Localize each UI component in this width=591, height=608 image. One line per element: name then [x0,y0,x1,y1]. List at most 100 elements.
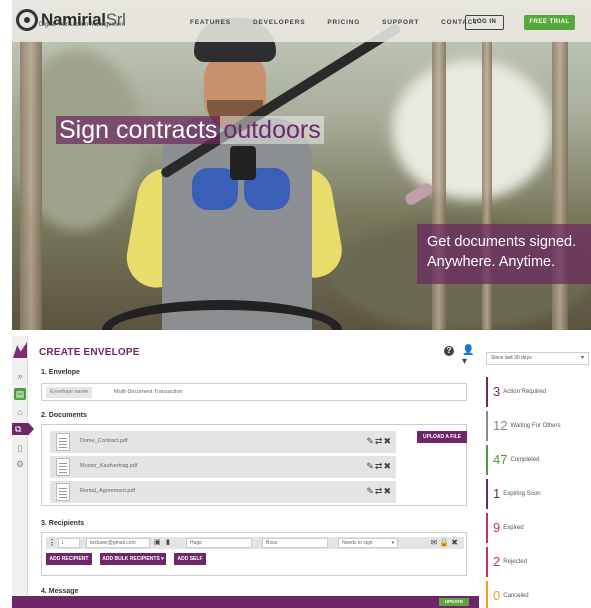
section-message-title: 4. Message [41,588,79,595]
document-row[interactable]: Dome_Contract.pdf ✎⇄✖ [50,431,396,453]
status-count: 0 [493,588,501,603]
recipient-last-name-input[interactable]: Boss [262,538,328,548]
status-label: Action Required [503,389,546,395]
status-label: Expired [503,525,524,531]
app-sidebar: » ▤ ⌂ ⧉ ▯ ⚙ [12,336,34,608]
login-button[interactable]: LOG IN [465,15,504,30]
status-label: Rejected [503,559,527,565]
hero-tagline: Get documents signed. Anywhere. Anytime. [417,224,591,284]
edit-icon[interactable]: ✎ [366,461,375,471]
recipient-first-name-input[interactable]: Hugo [186,538,252,548]
drag-handle-icon[interactable]: ⋮ [48,538,56,548]
brand-subtitle: Digital Transaction Management [39,22,126,28]
section-envelope-title: 1. Envelope [41,369,80,376]
headline-part-1: Sign contracts [56,116,221,144]
document-actions[interactable]: ✎⇄✖ [366,436,392,447]
document-actions[interactable]: ✎⇄✖ [366,461,392,472]
status-action-required[interactable]: 3 Action Required [486,377,591,407]
tree-trunk [20,40,42,330]
document-row[interactable]: Rental_Agreement.pdf ✎⇄✖ [50,481,396,503]
tagline-line-1: Get documents signed. [427,234,577,250]
delete-recipient-icon[interactable]: ✖ [451,538,460,547]
recipient-action-select[interactable]: Needs to sign [338,538,398,548]
envelope-section: Envelope name Multi-Document Transaction [41,383,467,401]
phone-icon[interactable]: ▮ [166,538,170,548]
add-self-button[interactable]: ADD SELF [174,553,206,565]
add-bulk-recipients-button[interactable]: ADD BULK RECIPIENTS ▾ [100,553,166,565]
status-canceled[interactable]: 0 Canceled [486,581,591,608]
status-expired[interactable]: 9 Expired [486,513,591,543]
edit-icon[interactable]: ✎ [366,486,375,496]
edit-icon[interactable]: ✎ [366,436,375,446]
recipient-email-input[interactable]: testuser@gmail.com [86,538,150,548]
tree-trunk [552,40,568,330]
lock-icon[interactable]: 🔒 [439,538,451,547]
document-name: Rental_Agreement.pdf [80,488,136,494]
status-label: Expiring Soon [503,491,541,497]
upload-file-button[interactable]: UPLOAD A FILE [417,431,467,443]
document-name: Dome_Contract.pdf [80,438,128,444]
tree-trunk [482,40,492,330]
nav-developers[interactable]: DEVELOPERS [253,19,305,26]
recipient-actions: ✉🔒✖ [431,537,460,549]
section-documents-title: 2. Documents [41,412,87,419]
document-thumbnail [56,433,70,451]
recipient-row: ⋮ 1 testuser@gmail.com ▣ ▮ Hugo Boss Nee… [46,537,464,549]
nav-pricing[interactable]: PRICING [327,19,360,26]
status-count: 2 [493,554,501,569]
create-envelope-form: CREATE ENVELOPE ? 👤▾ 1. Envelope Envelop… [38,336,478,608]
document-actions[interactable]: ✎⇄✖ [366,486,392,497]
headline-part-2: outdoors [220,116,324,144]
status-expiring-soon[interactable]: 1 Expiring Soon [486,479,591,509]
help-icon[interactable]: ? [444,346,454,356]
user-menu-icon[interactable]: 👤▾ [462,345,478,367]
phone [230,146,256,180]
delete-icon[interactable]: ✖ [383,461,392,471]
nav-support[interactable]: SUPPORT [382,19,419,26]
envelope-name-input[interactable]: Multi-Document Transaction [114,387,182,398]
hero-banner: NamirialSrl Digital Transaction Manageme… [12,0,591,330]
status-label: Canceled [503,593,529,599]
nav-features[interactable]: FEATURES [190,19,231,26]
hero-headline: Sign contracts outdoors [56,115,324,145]
new-document-icon[interactable]: ▤ [14,388,26,400]
page-title: CREATE ENVELOPE [39,347,140,358]
delete-icon[interactable]: ✖ [383,436,392,446]
status-waiting-for-others[interactable]: 12 Waiting For Others [486,411,591,441]
status-panel: Since last 30 days 3Action Required 12Wa… [486,352,591,608]
home-icon[interactable]: ⌂ [14,406,26,418]
top-nav: NamirialSrl Digital Transaction Manageme… [12,0,591,42]
tree-trunk [432,40,446,330]
status-label: Waiting For Others [510,423,561,429]
expand-icon[interactable]: » [14,370,26,382]
recipients-section: ⋮ 1 testuser@gmail.com ▣ ▮ Hugo Boss Nee… [41,532,467,576]
add-recipient-button[interactable]: ADD RECIPIENT [46,553,92,565]
document-row[interactable]: Muster_Kaufvertrag.pdf ✎⇄✖ [50,456,396,478]
app-logo-icon[interactable] [13,342,27,358]
status-count: 12 [493,418,508,433]
free-trial-button[interactable]: FREE TRIAL [524,15,575,30]
documents-section: Dome_Contract.pdf ✎⇄✖ Muster_Kaufvertrag… [41,424,467,506]
address-book-icon[interactable]: ▣ [154,538,161,548]
form-footer-bar: UPDATE [12,596,479,608]
document-thumbnail [56,458,70,476]
status-count: 47 [493,452,508,467]
delete-icon[interactable]: ✖ [383,486,392,496]
status-count: 9 [493,520,501,535]
envelopes-icon[interactable]: ⧉ [12,423,34,435]
nav-links: FEATURES DEVELOPERS PRICING SUPPORT CONT… [190,19,500,26]
status-count: 1 [493,486,501,501]
document-thumbnail [56,483,70,501]
settings-icon[interactable]: ⚙ [14,458,26,470]
update-button[interactable]: UPDATE [439,598,469,606]
logo-icon [16,9,38,31]
date-range-select[interactable]: Since last 30 days [486,352,589,365]
envelope-name-label: Envelope name [46,387,93,398]
section-recipients-title: 3. Recipients [41,520,85,527]
background-foliage [392,60,552,200]
recipient-order-input[interactable]: 1 [58,538,80,548]
status-rejected[interactable]: 2 Rejected [486,547,591,577]
document-icon[interactable]: ▯ [14,442,26,454]
status-label: Completed [510,457,540,463]
status-completed[interactable]: 47 Completed [486,445,591,475]
